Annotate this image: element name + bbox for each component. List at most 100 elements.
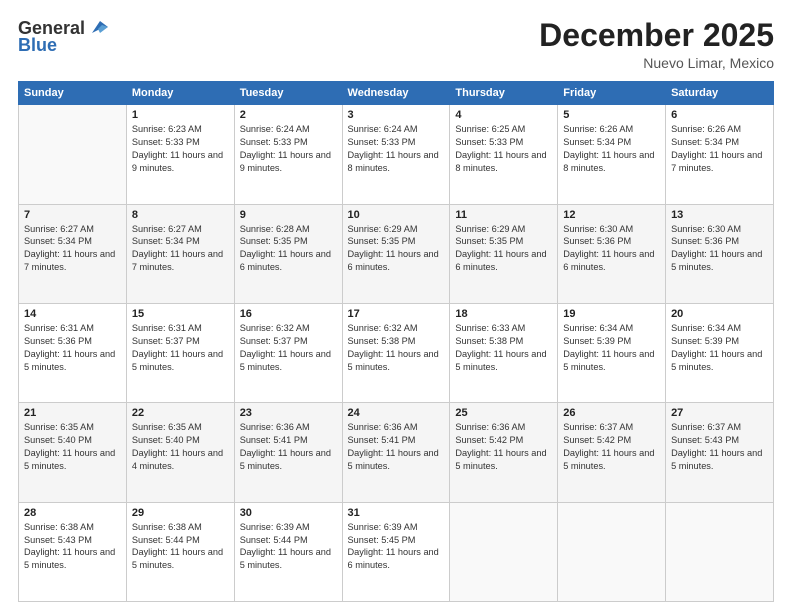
location: Nuevo Limar, Mexico (539, 55, 774, 71)
calendar-cell: 7 Sunrise: 6:27 AMSunset: 5:34 PMDaylight… (19, 204, 127, 303)
cell-info: Sunrise: 6:37 AMSunset: 5:42 PMDaylight:… (563, 421, 660, 473)
day-number: 2 (240, 109, 337, 121)
day-number: 18 (455, 308, 552, 320)
calendar-cell: 20 Sunrise: 6:34 AMSunset: 5:39 PMDayligh… (666, 303, 774, 402)
cell-info: Sunrise: 6:38 AMSunset: 5:43 PMDaylight:… (24, 521, 121, 573)
cell-info: Sunrise: 6:28 AMSunset: 5:35 PMDaylight:… (240, 223, 337, 275)
cell-info: Sunrise: 6:26 AMSunset: 5:34 PMDaylight:… (563, 123, 660, 175)
calendar-cell (558, 502, 666, 601)
calendar-cell: 27 Sunrise: 6:37 AMSunset: 5:43 PMDayligh… (666, 403, 774, 502)
calendar-cell: 2Sunrise: 6:24 AMSunset: 5:33 PMDaylight… (234, 105, 342, 204)
day-number: 12 (563, 209, 660, 221)
calendar-cell: 14 Sunrise: 6:31 AMSunset: 5:36 PMDayligh… (19, 303, 127, 402)
week-row-0: 1Sunrise: 6:23 AMSunset: 5:33 PMDaylight… (19, 105, 774, 204)
calendar-cell: 31 Sunrise: 6:39 AMSunset: 5:45 PMDayligh… (342, 502, 450, 601)
day-number: 6 (671, 109, 768, 121)
day-number: 20 (671, 308, 768, 320)
header-thursday: Thursday (450, 82, 558, 105)
cell-info: Sunrise: 6:34 AMSunset: 5:39 PMDaylight:… (563, 322, 660, 374)
calendar-cell: 17Sunrise: 6:32 AMSunset: 5:38 PMDayligh… (342, 303, 450, 402)
calendar-cell: 26 Sunrise: 6:37 AMSunset: 5:42 PMDayligh… (558, 403, 666, 502)
cell-info: Sunrise: 6:36 AMSunset: 5:41 PMDaylight:… (348, 421, 445, 473)
calendar-cell: 19 Sunrise: 6:34 AMSunset: 5:39 PMDayligh… (558, 303, 666, 402)
day-number: 10 (348, 209, 445, 221)
days-header-row: Sunday Monday Tuesday Wednesday Thursday… (19, 82, 774, 105)
logo-bird-icon (88, 19, 110, 37)
header-tuesday: Tuesday (234, 82, 342, 105)
day-number: 26 (563, 407, 660, 419)
cell-info: Sunrise: 6:25 AMSunset: 5:33 PMDaylight:… (455, 123, 552, 175)
calendar-cell: 23 Sunrise: 6:36 AMSunset: 5:41 PMDayligh… (234, 403, 342, 502)
cell-info: Sunrise: 6:29 AMSunset: 5:35 PMDaylight:… (348, 223, 445, 275)
day-number: 15 (132, 308, 229, 320)
day-number: 1 (132, 109, 229, 121)
calendar-cell: 25Sunrise: 6:36 AMSunset: 5:42 PMDayligh… (450, 403, 558, 502)
cell-info: Sunrise: 6:32 AMSunset: 5:37 PMDaylight:… (240, 322, 337, 374)
calendar-cell: 12Sunrise: 6:30 AMSunset: 5:36 PMDayligh… (558, 204, 666, 303)
day-number: 11 (455, 209, 552, 221)
calendar-cell: 22Sunrise: 6:35 AMSunset: 5:40 PMDayligh… (126, 403, 234, 502)
calendar-cell: 18 Sunrise: 6:33 AMSunset: 5:38 PMDayligh… (450, 303, 558, 402)
day-number: 30 (240, 507, 337, 519)
calendar-cell: 5 Sunrise: 6:26 AMSunset: 5:34 PMDaylight… (558, 105, 666, 204)
cell-info: Sunrise: 6:33 AMSunset: 5:38 PMDaylight:… (455, 322, 552, 374)
calendar-cell: 15 Sunrise: 6:31 AMSunset: 5:37 PMDayligh… (126, 303, 234, 402)
calendar-cell: 8 Sunrise: 6:27 AMSunset: 5:34 PMDaylight… (126, 204, 234, 303)
week-row-4: 28 Sunrise: 6:38 AMSunset: 5:43 PMDayligh… (19, 502, 774, 601)
header-sunday: Sunday (19, 82, 127, 105)
cell-info: Sunrise: 6:24 AMSunset: 5:33 PMDaylight:… (348, 123, 445, 175)
day-number: 25 (455, 407, 552, 419)
cell-info: Sunrise: 6:39 AMSunset: 5:45 PMDaylight:… (348, 521, 445, 573)
cell-info: Sunrise: 6:36 AMSunset: 5:41 PMDaylight:… (240, 421, 337, 473)
title-area: December 2025 Nuevo Limar, Mexico (539, 18, 774, 71)
calendar-cell: 16 Sunrise: 6:32 AMSunset: 5:37 PMDayligh… (234, 303, 342, 402)
day-number: 5 (563, 109, 660, 121)
week-row-3: 21Sunrise: 6:35 AMSunset: 5:40 PMDayligh… (19, 403, 774, 502)
calendar-cell: 13 Sunrise: 6:30 AMSunset: 5:36 PMDayligh… (666, 204, 774, 303)
calendar-cell: 6 Sunrise: 6:26 AMSunset: 5:34 PMDaylight… (666, 105, 774, 204)
day-number: 29 (132, 507, 229, 519)
calendar-cell (450, 502, 558, 601)
cell-info: Sunrise: 6:38 AMSunset: 5:44 PMDaylight:… (132, 521, 229, 573)
day-number: 24 (348, 407, 445, 419)
header-monday: Monday (126, 82, 234, 105)
calendar-cell: 4 Sunrise: 6:25 AMSunset: 5:33 PMDaylight… (450, 105, 558, 204)
calendar-cell: 21Sunrise: 6:35 AMSunset: 5:40 PMDayligh… (19, 403, 127, 502)
header: General Blue December 2025 Nuevo Limar, … (18, 18, 774, 71)
day-number: 31 (348, 507, 445, 519)
day-number: 22 (132, 407, 229, 419)
cell-info: Sunrise: 6:27 AMSunset: 5:34 PMDaylight:… (24, 223, 121, 275)
day-number: 27 (671, 407, 768, 419)
cell-info: Sunrise: 6:35 AMSunset: 5:40 PMDaylight:… (24, 421, 121, 473)
calendar-cell: 3Sunrise: 6:24 AMSunset: 5:33 PMDaylight… (342, 105, 450, 204)
calendar-cell (666, 502, 774, 601)
calendar-cell: 29 Sunrise: 6:38 AMSunset: 5:44 PMDayligh… (126, 502, 234, 601)
cell-info: Sunrise: 6:31 AMSunset: 5:37 PMDaylight:… (132, 322, 229, 374)
calendar-cell: 10 Sunrise: 6:29 AMSunset: 5:35 PMDayligh… (342, 204, 450, 303)
calendar-cell: 11 Sunrise: 6:29 AMSunset: 5:35 PMDayligh… (450, 204, 558, 303)
calendar-cell: 24 Sunrise: 6:36 AMSunset: 5:41 PMDayligh… (342, 403, 450, 502)
day-number: 13 (671, 209, 768, 221)
day-number: 7 (24, 209, 121, 221)
calendar-table: Sunday Monday Tuesday Wednesday Thursday… (18, 81, 774, 602)
calendar-cell: 9Sunrise: 6:28 AMSunset: 5:35 PMDaylight… (234, 204, 342, 303)
day-number: 8 (132, 209, 229, 221)
day-number: 23 (240, 407, 337, 419)
cell-info: Sunrise: 6:29 AMSunset: 5:35 PMDaylight:… (455, 223, 552, 275)
day-number: 14 (24, 308, 121, 320)
day-number: 19 (563, 308, 660, 320)
cell-info: Sunrise: 6:37 AMSunset: 5:43 PMDaylight:… (671, 421, 768, 473)
cell-info: Sunrise: 6:34 AMSunset: 5:39 PMDaylight:… (671, 322, 768, 374)
month-title: December 2025 (539, 18, 774, 53)
cell-info: Sunrise: 6:27 AMSunset: 5:34 PMDaylight:… (132, 223, 229, 275)
week-row-2: 14 Sunrise: 6:31 AMSunset: 5:36 PMDayligh… (19, 303, 774, 402)
logo: General Blue (18, 18, 110, 56)
cell-info: Sunrise: 6:39 AMSunset: 5:44 PMDaylight:… (240, 521, 337, 573)
cell-info: Sunrise: 6:30 AMSunset: 5:36 PMDaylight:… (671, 223, 768, 275)
day-number: 16 (240, 308, 337, 320)
cell-info: Sunrise: 6:26 AMSunset: 5:34 PMDaylight:… (671, 123, 768, 175)
cell-info: Sunrise: 6:31 AMSunset: 5:36 PMDaylight:… (24, 322, 121, 374)
day-number: 28 (24, 507, 121, 519)
week-row-1: 7 Sunrise: 6:27 AMSunset: 5:34 PMDaylight… (19, 204, 774, 303)
day-number: 4 (455, 109, 552, 121)
